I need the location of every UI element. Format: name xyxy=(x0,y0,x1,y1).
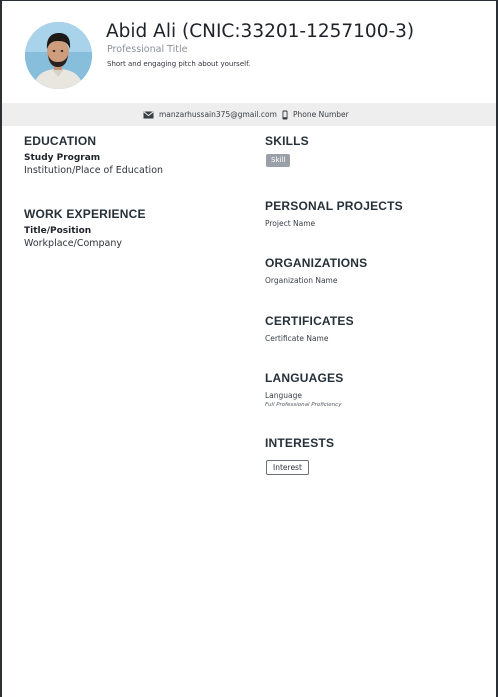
language-name: Language xyxy=(265,391,303,400)
institution: Institution/Place of Education xyxy=(24,165,164,176)
personal-pitch: Short and engaging pitch about yourself. xyxy=(107,60,251,68)
phone-text: Phone Number xyxy=(293,110,349,119)
certificate-name: Certificate Name xyxy=(265,334,329,343)
organizations-heading: ORGANIZATIONS xyxy=(265,256,368,270)
person-photo-icon xyxy=(25,22,92,89)
job-position: Title/Position xyxy=(24,226,92,236)
full-name: Abid Ali (CNIC:33201-1257100-3) xyxy=(106,21,415,42)
language-proficiency: Full Professional Proficiency xyxy=(265,402,342,408)
study-program: Study Program xyxy=(24,153,101,163)
skills-heading: SKILLS xyxy=(265,134,309,148)
interest-tag: Interest xyxy=(266,460,309,475)
work-experience-heading: WORK EXPERIENCE xyxy=(24,207,146,221)
profile-photo xyxy=(25,22,92,89)
mobile-phone-icon xyxy=(282,110,288,119)
organization-name: Organization Name xyxy=(265,276,338,285)
education-heading: EDUCATION xyxy=(24,134,97,148)
personal-projects-heading: PERSONAL PROJECTS xyxy=(265,199,403,213)
resume-page: Abid Ali (CNIC:33201-1257100-3) Professi… xyxy=(0,0,498,697)
professional-title: Professional Title xyxy=(107,44,188,55)
email-text: manzarhussain375@gmail.com xyxy=(159,110,277,119)
workplace: Workplace/Company xyxy=(24,238,123,249)
envelope-icon xyxy=(143,110,154,118)
certificates-heading: CERTIFICATES xyxy=(265,314,354,328)
languages-heading: LANGUAGES xyxy=(265,371,344,385)
project-name: Project Name xyxy=(265,219,316,228)
resume-header: Abid Ali (CNIC:33201-1257100-3) Professi… xyxy=(2,1,496,103)
contact-bar: manzarhussain375@gmail.com Phone Number xyxy=(2,103,496,126)
contact-phone[interactable]: Phone Number xyxy=(282,103,349,126)
skill-tag: Skill xyxy=(266,154,291,167)
interests-heading: INTERESTS xyxy=(265,436,335,450)
contact-email[interactable]: manzarhussain375@gmail.com xyxy=(143,103,277,126)
